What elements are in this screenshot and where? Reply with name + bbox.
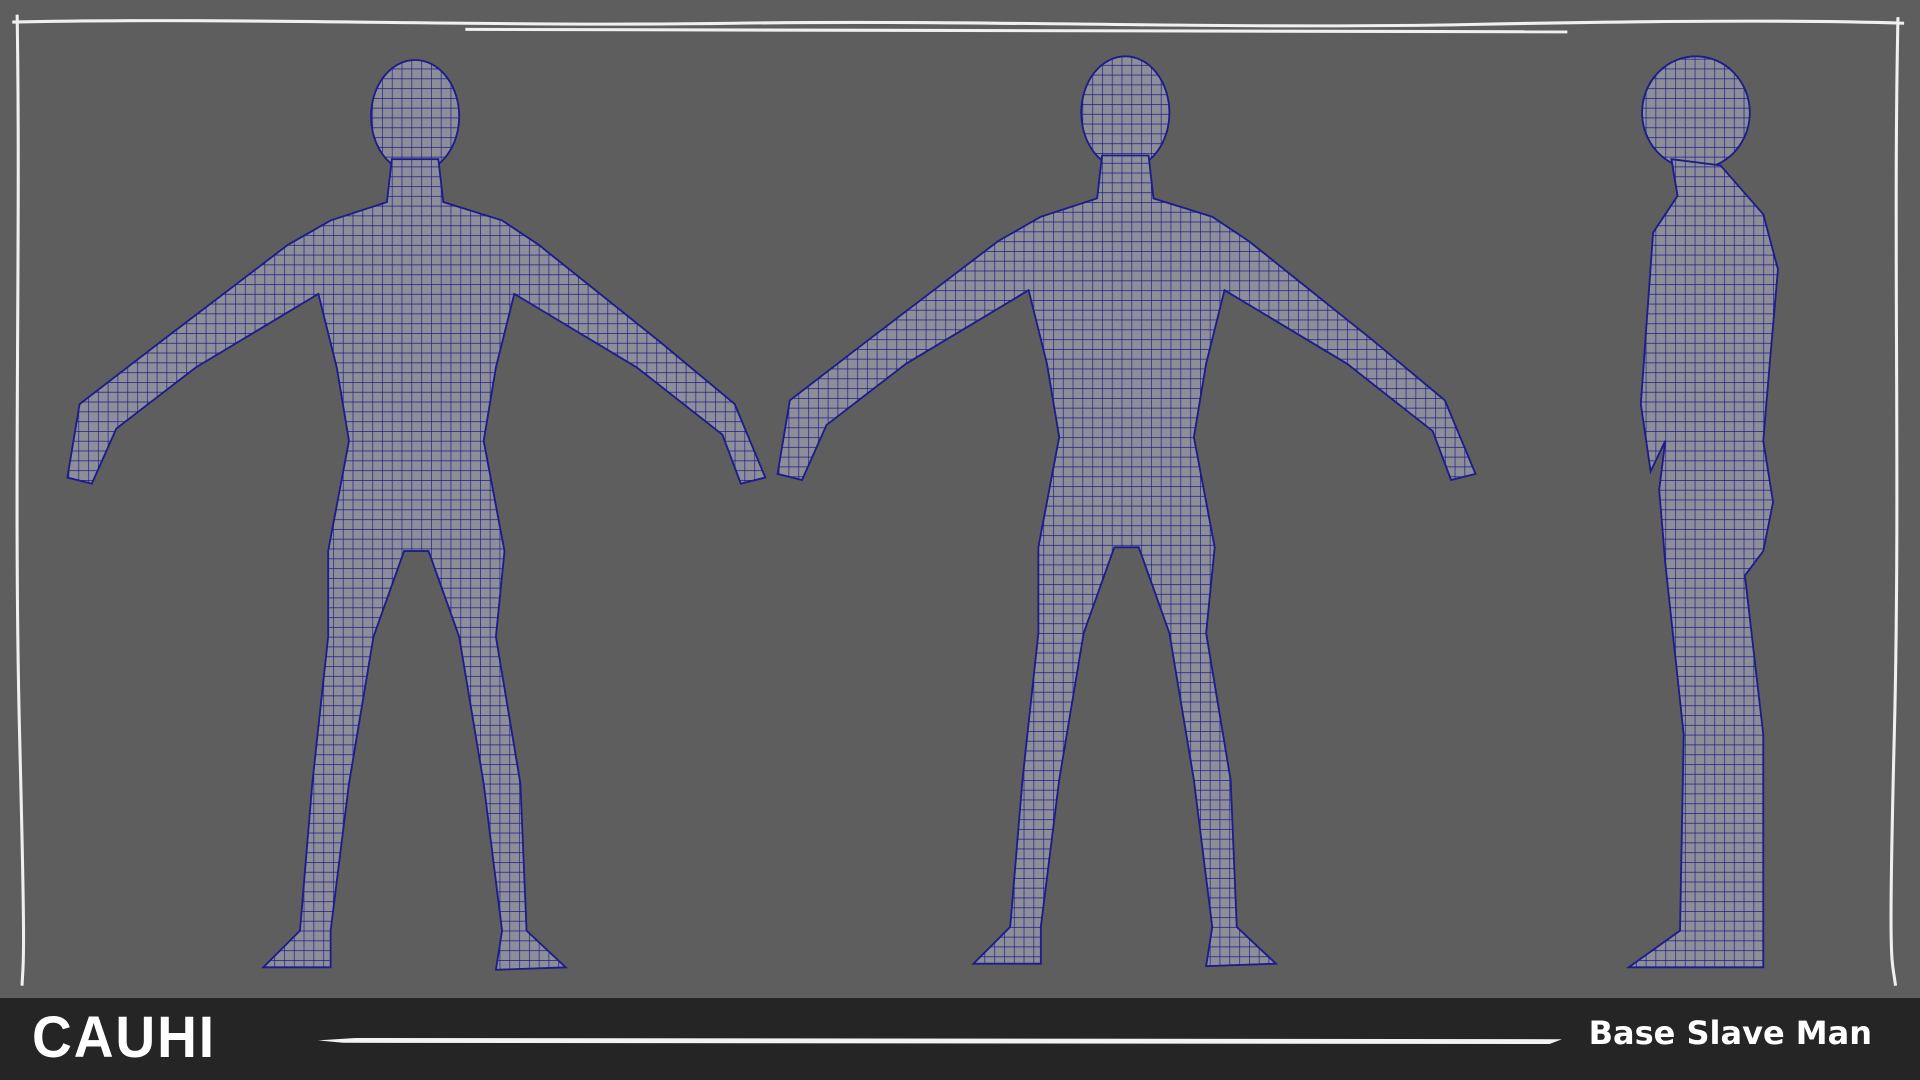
model-side-view — [1625, 55, 1779, 969]
model-sheet — [12, 14, 1905, 986]
brand-logo: CAUHI — [32, 1005, 216, 1070]
model-title: Base Slave Man — [1588, 1014, 1872, 1052]
footer-divider-stroke — [318, 1038, 1562, 1044]
sketch-frame — [12, 14, 1905, 986]
model-front-view — [66, 59, 767, 971]
render-viewport — [0, 0, 1920, 998]
footer-bar: CAUHI Base Slave Man — [0, 998, 1920, 1080]
model-three-quarter-view — [776, 55, 1477, 968]
